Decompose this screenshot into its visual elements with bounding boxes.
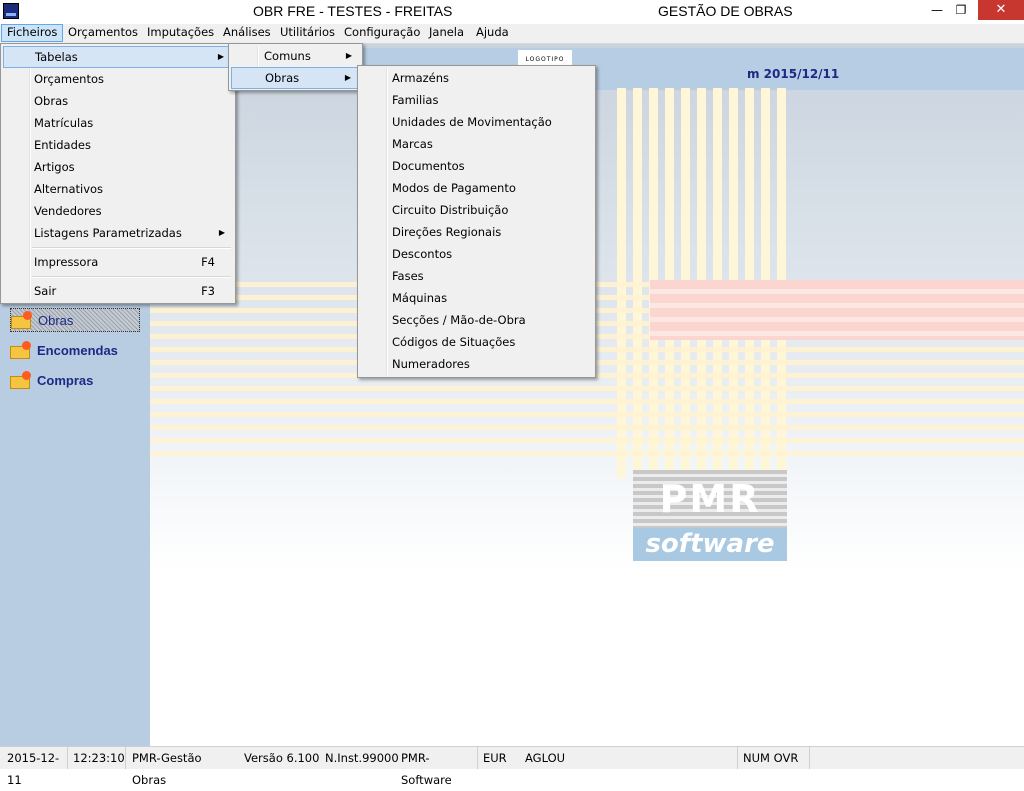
arrow-right-icon: ▶ [345,51,352,60]
menu-ficheiros[interactable]: Ficheiros [1,24,64,42]
pmr-software-logo: PMR software [633,470,787,561]
menu-item-artigos[interactable]: Artigos [3,156,233,178]
menu-janela[interactable]: Janela [424,24,469,42]
menu-item-orcamentos[interactable]: Orçamentos [3,68,233,90]
menu-item-marcas[interactable]: Marcas [360,133,593,155]
menu-item-listagens[interactable]: Listagens Parametrizadas ▶ [3,222,233,244]
menu-utilitarios[interactable]: Utilitários [275,24,340,42]
menu-item-obras[interactable]: Obras [3,90,233,112]
shortcut-label: F4 [201,255,215,269]
status-company: PMR-Software [398,747,478,787]
arrow-right-icon: ▶ [217,52,224,61]
status-bar: 2015-12-11 12:23:10 PMR-Gestão Obras Ver… [0,746,1024,787]
maximize-button[interactable]: ❐ [946,0,976,20]
menu-item-maquinas[interactable]: Máquinas [360,287,593,309]
ficheiros-dropdown: Tabelas ▶ Orçamentos Obras Matrículas Ent… [0,43,236,304]
menu-item-documentos[interactable]: Documentos [360,155,593,177]
menu-item-vendedores[interactable]: Vendedores [3,200,233,222]
status-keys: NUM OVR [740,747,810,769]
menu-item-comuns[interactable]: Comuns ▶ [231,45,360,67]
sidebar-item-obras[interactable]: Obras [10,308,140,332]
status-time: 12:23:10 [70,747,126,769]
shortcut-label: F3 [201,284,215,298]
menu-item-circuito-distribuicao[interactable]: Circuito Distribuição [360,199,593,221]
arrow-right-icon: ▶ [218,228,225,237]
menu-item-tabelas[interactable]: Tabelas ▶ [3,46,233,68]
sidebar-item-label: Obras [38,313,74,328]
status-version: Versão 6.100 [244,751,320,765]
menu-ajuda[interactable]: Ajuda [471,24,514,42]
tabelas-submenu: Comuns ▶ Obras ▶ [228,43,363,91]
close-button[interactable]: ✕ [978,0,1024,20]
status-currency: EUR [483,751,507,765]
menu-item-entidades[interactable]: Entidades [3,134,233,156]
menu-item-fases[interactable]: Fases [360,265,593,287]
app-title: GESTÃO DE OBRAS [658,3,793,19]
app-icon[interactable] [3,3,19,19]
menu-item-impressora[interactable]: Impressora F4 [3,251,233,273]
status-date: 2015-12-11 [4,747,68,787]
menu-item-armazens[interactable]: Armazéns [360,67,593,89]
menu-item-numeradores[interactable]: Numeradores [360,353,593,375]
sidebar-item-label: Compras [37,373,94,388]
date-label: m 2015/12/11 [747,67,840,81]
menu-bar: Ficheiros Orçamentos Imputações Análises… [0,24,1024,44]
arrow-right-icon: ▶ [344,73,351,82]
logo-software-text: software [633,528,787,561]
menu-separator [32,247,231,249]
menu-item-seccoes-mao-de-obra[interactable]: Secções / Mão-de-Obra [360,309,593,331]
sidebar-item-encomendas[interactable]: Encomendas [10,339,140,363]
menu-item-matriculas[interactable]: Matrículas [3,112,233,134]
menu-item-obras-tabelas[interactable]: Obras ▶ [231,67,360,89]
menu-item-descontos[interactable]: Descontos [360,243,593,265]
decorative-pink-stripes [650,280,1024,340]
logo-pmr-text: PMR [633,470,787,528]
sidebar-item-label: Encomendas [37,343,118,358]
obras-submenu: Armazéns Familias Unidades de Movimentaç… [357,65,596,378]
folder-icon [10,340,32,359]
folder-icon [11,310,33,329]
menu-orcamentos[interactable]: Orçamentos [63,24,143,42]
menu-item-unidades-movimentacao[interactable]: Unidades de Movimentação [360,111,593,133]
menu-analises[interactable]: Análises [218,24,276,42]
status-app-name: PMR-Gestão Obras [132,751,202,787]
status-installation: N.Inst.99000 [325,751,399,765]
sidebar-item-compras[interactable]: Compras [10,369,140,393]
menu-item-modos-pagamento[interactable]: Modos de Pagamento [360,177,593,199]
menu-imputacoes[interactable]: Imputações [142,24,219,42]
menu-separator [32,276,231,278]
menu-item-alternativos[interactable]: Alternativos [3,178,233,200]
folder-icon [10,370,32,389]
menu-item-familias[interactable]: Familias [360,89,593,111]
menu-configuracao[interactable]: Configuração [339,24,425,42]
menu-item-sair[interactable]: Sair F3 [3,280,233,302]
title-bar: OBR FRE - TESTES - FREITAS GESTÃO DE OBR… [0,0,1024,24]
menu-item-direcoes-regionais[interactable]: Direções Regionais [360,221,593,243]
menu-item-codigos-situacoes[interactable]: Códigos de Situações [360,331,593,353]
window-title: OBR FRE - TESTES - FREITAS [253,3,453,19]
status-user: AGLOU [522,747,738,769]
